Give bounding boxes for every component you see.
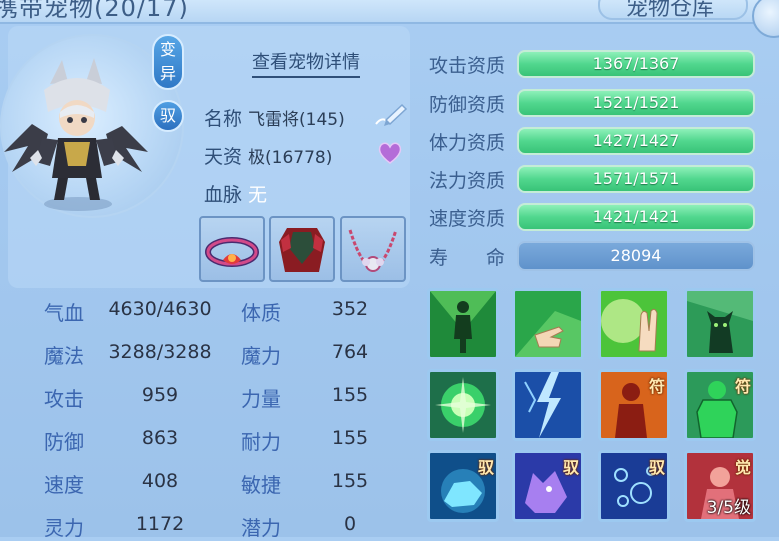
magic-power-label: 魔力 — [241, 344, 281, 368]
lifespan-label: 寿 命 — [429, 247, 506, 269]
endurance-label: 耐力 — [241, 430, 281, 454]
agility-label: 敏捷 — [241, 473, 281, 497]
pet-talent-row: 天资 极(16778) — [204, 142, 332, 169]
equipment-slot-2[interactable] — [269, 216, 335, 282]
ride-badge: 驭 — [152, 100, 184, 132]
hp-value: 4630/4630 — [108, 298, 212, 320]
pet-portrait — [4, 58, 148, 211]
skill-slot-10[interactable]: 驭 — [512, 450, 584, 522]
defense-quality-label: 防御资质 — [429, 94, 506, 116]
constitution-label: 体质 — [241, 301, 281, 325]
lifespan-bar: 28094 — [517, 241, 755, 271]
speed-quality-bar: 1421/1421 — [517, 203, 755, 231]
speed-label: 速度 — [44, 473, 84, 497]
mutation-badge: 变异 — [152, 34, 184, 90]
view-pet-details-link[interactable]: 查看宠物详情 — [252, 48, 360, 78]
magic-power-value: 764 — [331, 341, 369, 363]
green-orb-skill-icon — [430, 372, 496, 438]
skill-slot-3[interactable] — [598, 288, 670, 360]
close-button[interactable] — [752, 0, 779, 38]
mp-label: 魔法 — [44, 344, 84, 368]
ride-skill-badge: 驭 — [648, 458, 665, 477]
talent-value: 极(16778) — [248, 148, 333, 168]
attack-label: 攻击 — [44, 387, 84, 411]
pet-warehouse-tab[interactable]: 宠物仓库 — [598, 0, 748, 21]
talisman-badge: 符 — [734, 377, 751, 396]
equipment-slot-3[interactable] — [340, 216, 406, 282]
palm-burst-skill-icon — [601, 291, 667, 357]
awakening-badge: 觉 — [734, 458, 751, 477]
defense-value: 863 — [141, 427, 179, 449]
skill-slot-1[interactable] — [427, 288, 499, 360]
talisman-badge: 符 — [648, 377, 665, 396]
armor-equipment-icon — [279, 228, 325, 272]
endurance-value: 155 — [331, 427, 369, 449]
blood-label: 血脉 — [204, 184, 243, 206]
necklace-equipment-icon — [348, 229, 398, 272]
stamina-quality-bar: 1427/1427 — [517, 127, 755, 155]
pointing-hand-skill-icon — [515, 291, 581, 357]
skill-slot-9[interactable]: 驭 — [427, 450, 499, 522]
strength-label: 力量 — [241, 387, 281, 411]
attack-value: 959 — [141, 384, 179, 406]
skill-slot-4[interactable] — [684, 288, 756, 360]
defense-quality-bar: 1521/1521 — [517, 89, 755, 117]
defense-label: 防御 — [44, 430, 84, 454]
skill-slot-11[interactable]: 驭 — [598, 450, 670, 522]
name-label: 名称 — [204, 108, 243, 130]
potential-value: 0 — [343, 513, 357, 535]
skill-slot-2[interactable] — [512, 288, 584, 360]
edit-name-icon[interactable] — [372, 102, 408, 128]
skill-slot-7[interactable]: 符 — [598, 369, 670, 441]
skill-slot-5[interactable] — [427, 369, 499, 441]
constitution-value: 352 — [331, 298, 369, 320]
skill-slot-6[interactable] — [512, 369, 584, 441]
stamina-quality-label: 体力资质 — [429, 132, 506, 154]
magic-quality-label: 法力资质 — [429, 170, 506, 192]
heart-icon[interactable] — [377, 141, 403, 165]
attack-quality-label: 攻击资质 — [429, 55, 506, 77]
talent-label: 天资 — [204, 146, 243, 168]
agility-value: 155 — [331, 470, 369, 492]
attack-quality-bar: 1367/1367 — [517, 50, 755, 78]
hp-label: 气血 — [44, 301, 84, 325]
name-value: 飞雷将(145) — [248, 110, 345, 130]
skill-slot-8[interactable]: 符 — [684, 369, 756, 441]
ride-skill-badge: 驭 — [562, 458, 579, 477]
pet-name-row: 名称 飞雷将(145) — [204, 104, 345, 131]
lightning-skill-icon — [515, 372, 581, 438]
pet-warehouse-label: 宠物仓库 — [626, 0, 715, 21]
blood-value: 无 — [248, 184, 268, 206]
carried-pets-title: 携带宠物(20/17) — [0, 0, 189, 22]
speed-value: 408 — [141, 470, 179, 492]
speed-quality-label: 速度资质 — [429, 208, 506, 230]
collar-equipment-icon — [205, 237, 259, 267]
skill-slot-12[interactable]: 觉 3/5级 — [684, 450, 756, 522]
skill-level-text: 3/5级 — [706, 498, 751, 518]
equipment-slot-1[interactable] — [199, 216, 265, 282]
mp-value: 3288/3288 — [108, 341, 212, 363]
magic-quality-bar: 1571/1571 — [517, 165, 755, 193]
ride-skill-badge: 驭 — [477, 458, 494, 477]
pet-blood-row: 血脉无 — [204, 180, 267, 207]
shadow-cat-skill-icon — [687, 291, 753, 357]
spirit-value: 1172 — [135, 513, 185, 535]
strength-value: 155 — [331, 384, 369, 406]
figure-glow-skill-icon — [430, 291, 496, 357]
